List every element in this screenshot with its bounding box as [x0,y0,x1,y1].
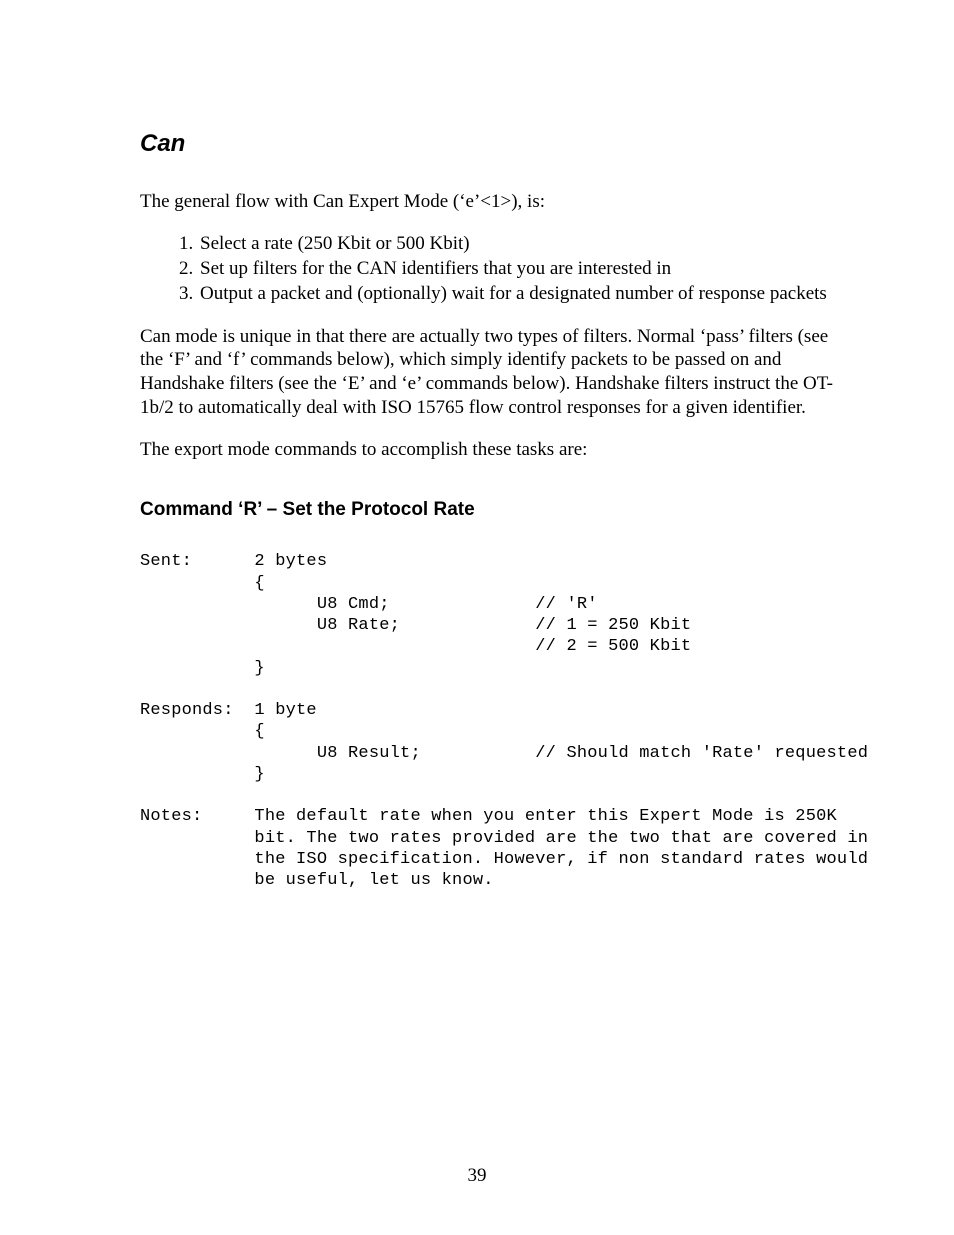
intro-paragraph: The general flow with Can Expert Mode (‘… [140,190,840,214]
steps-list: Select a rate (250 Kbit or 500 Kbit) Set… [140,232,840,307]
list-item: Select a rate (250 Kbit or 500 Kbit) [198,232,840,256]
page-number: 39 [0,1165,954,1187]
page-content: Can The general flow with Can Expert Mod… [140,130,840,891]
body-paragraph: Can mode is unique in that there are act… [140,325,840,420]
body-paragraph: The export mode commands to accomplish t… [140,438,840,462]
list-item: Set up filters for the CAN identifiers t… [198,257,840,281]
section-heading: Can [140,130,840,158]
list-item: Output a packet and (optionally) wait fo… [198,282,840,306]
code-block: Sent: 2 bytes { U8 Cmd; // 'R' U8 Rate; … [140,551,840,891]
subsection-heading: Command ‘R’ – Set the Protocol Rate [140,499,840,521]
